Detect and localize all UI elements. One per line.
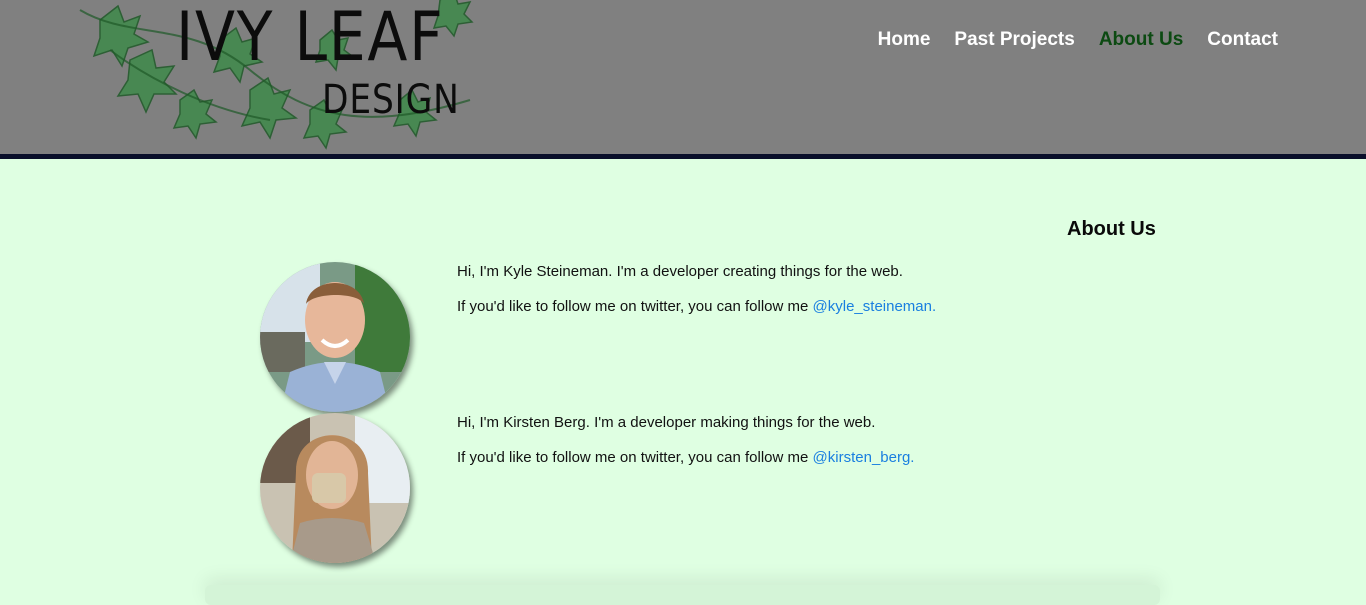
follow-text: If you'd like to follow me on twitter, y… bbox=[457, 449, 813, 466]
logo-title: IVY LEAF bbox=[176, 0, 445, 77]
member-follow: If you'd like to follow me on twitter, y… bbox=[457, 448, 914, 468]
member-bio: Hi, I'm Kyle Steineman. I'm a developer … bbox=[457, 262, 936, 332]
twitter-link[interactable]: @kirsten_berg. bbox=[813, 449, 915, 466]
nav-home[interactable]: Home bbox=[878, 29, 931, 51]
nav-about-us[interactable]: About Us bbox=[1099, 29, 1183, 51]
follow-text: If you'd like to follow me on twitter, y… bbox=[457, 298, 813, 315]
member-photo bbox=[260, 413, 410, 563]
member-follow: If you'd like to follow me on twitter, y… bbox=[457, 297, 936, 317]
twitter-link[interactable]: @kyle_steineman. bbox=[813, 298, 937, 315]
main-nav: Home Past Projects About Us Contact bbox=[878, 29, 1278, 51]
avatar bbox=[260, 262, 410, 412]
avatar bbox=[260, 413, 410, 563]
member-bio: Hi, I'm Kirsten Berg. I'm a developer ma… bbox=[457, 413, 914, 483]
member-photo bbox=[260, 262, 410, 412]
member-card: Hi, I'm Kyle Steineman. I'm a developer … bbox=[260, 262, 1160, 422]
member-card: Hi, I'm Kirsten Berg. I'm a developer ma… bbox=[260, 413, 1160, 573]
page-title: About Us bbox=[1067, 218, 1156, 240]
logo-subtitle: DESIGN bbox=[322, 77, 460, 123]
nav-past-projects[interactable]: Past Projects bbox=[954, 29, 1074, 51]
content-footer-edge bbox=[205, 585, 1160, 605]
nav-contact[interactable]: Contact bbox=[1207, 29, 1278, 51]
member-intro: Hi, I'm Kirsten Berg. I'm a developer ma… bbox=[457, 414, 876, 431]
member-intro: Hi, I'm Kyle Steineman. I'm a developer … bbox=[457, 263, 903, 280]
site-header: IVY LEAF DESIGN Home Past Projects About… bbox=[0, 0, 1366, 159]
